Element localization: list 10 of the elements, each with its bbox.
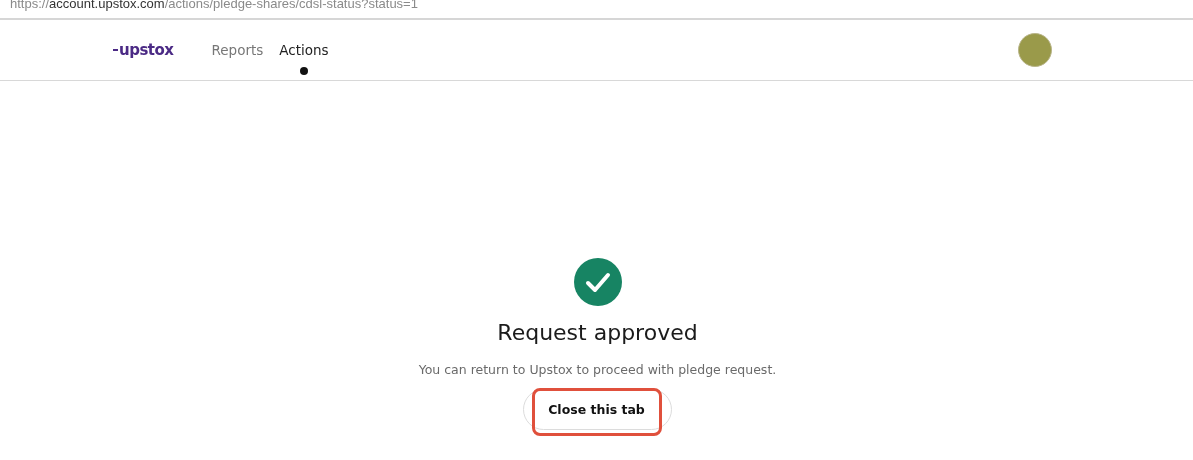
close-tab-button[interactable]: Close this tab [523, 389, 672, 430]
nav-tab[interactable]: Actions [279, 42, 329, 58]
active-indicator [299, 67, 308, 75]
status-message: You can return to Upstox to proceed with pledge request. [418, 362, 777, 377]
dash-icon [113, 48, 118, 52]
nav-tab[interactable]: Reports [211, 42, 264, 58]
avatar[interactable] [1018, 33, 1052, 67]
status-title: Request approved [497, 320, 698, 345]
check-icon [573, 258, 622, 306]
logo[interactable]: upstox [119, 41, 174, 59]
